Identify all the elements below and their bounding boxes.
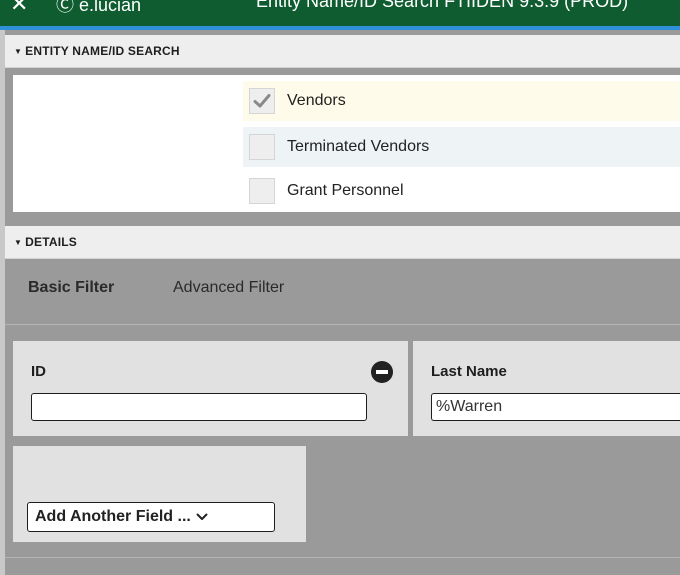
tab-basic-filter[interactable]: Basic Filter — [28, 279, 114, 297]
entity-search-section-title: ENTITY NAME/ID SEARCH — [25, 44, 180, 58]
vendors-label: Vendors — [287, 92, 346, 109]
checkbox-row-terminated-vendors[interactable]: Terminated Vendors — [243, 127, 680, 167]
entity-search-panel: Vendors Terminated Vendors Grant Personn… — [13, 75, 680, 212]
id-input[interactable] — [31, 393, 367, 421]
page-title: Entity Name/ID Search FTIIDEN 9.3.9 (PRO… — [256, 0, 629, 11]
user-name[interactable]: Ⓒ e.lucian — [56, 0, 141, 17]
add-another-field-select[interactable]: Add Another Field ... — [27, 502, 275, 532]
terminated-vendors-label: Terminated Vendors — [287, 138, 430, 155]
id-field-label: ID — [31, 363, 46, 380]
details-section-header[interactable]: ▼ DETAILS — [5, 226, 680, 259]
entity-search-section-header[interactable]: ▼ ENTITY NAME/ID SEARCH — [5, 35, 680, 68]
tab-advanced-filter[interactable]: Advanced Filter — [173, 279, 284, 297]
filter-tabs: Basic Filter Advanced Filter — [5, 262, 680, 325]
minus-circle-icon[interactable] — [371, 361, 393, 383]
add-another-field-label: Add Another Field ... — [35, 508, 191, 525]
divider — [5, 557, 680, 558]
details-section-title: DETAILS — [25, 235, 77, 249]
id-field-card: ID — [13, 341, 408, 436]
app-header: ✕ Ⓒ e.lucian Entity Name/ID Search FTIID… — [0, 0, 680, 30]
close-icon[interactable]: ✕ — [10, 0, 28, 17]
checkbox-row-grant-personnel[interactable]: Grant Personnel — [243, 171, 680, 211]
check-icon — [253, 94, 271, 108]
header-accent-bar — [0, 26, 680, 30]
caret-down-icon: ▼ — [14, 46, 23, 56]
terminated-vendors-checkbox[interactable] — [249, 134, 275, 160]
last-name-field-label: Last Name — [431, 363, 507, 380]
last-name-field-card: Last Name — [413, 341, 680, 436]
caret-down-icon: ▼ — [14, 237, 23, 247]
last-name-input[interactable] — [431, 393, 680, 421]
checkbox-row-vendors[interactable]: Vendors — [243, 81, 680, 121]
chevron-down-icon — [196, 513, 208, 521]
grant-personnel-checkbox[interactable] — [249, 178, 275, 204]
vendors-checkbox[interactable] — [249, 88, 275, 114]
add-field-card: Add Another Field ... — [13, 446, 306, 542]
grant-personnel-label: Grant Personnel — [287, 182, 404, 199]
